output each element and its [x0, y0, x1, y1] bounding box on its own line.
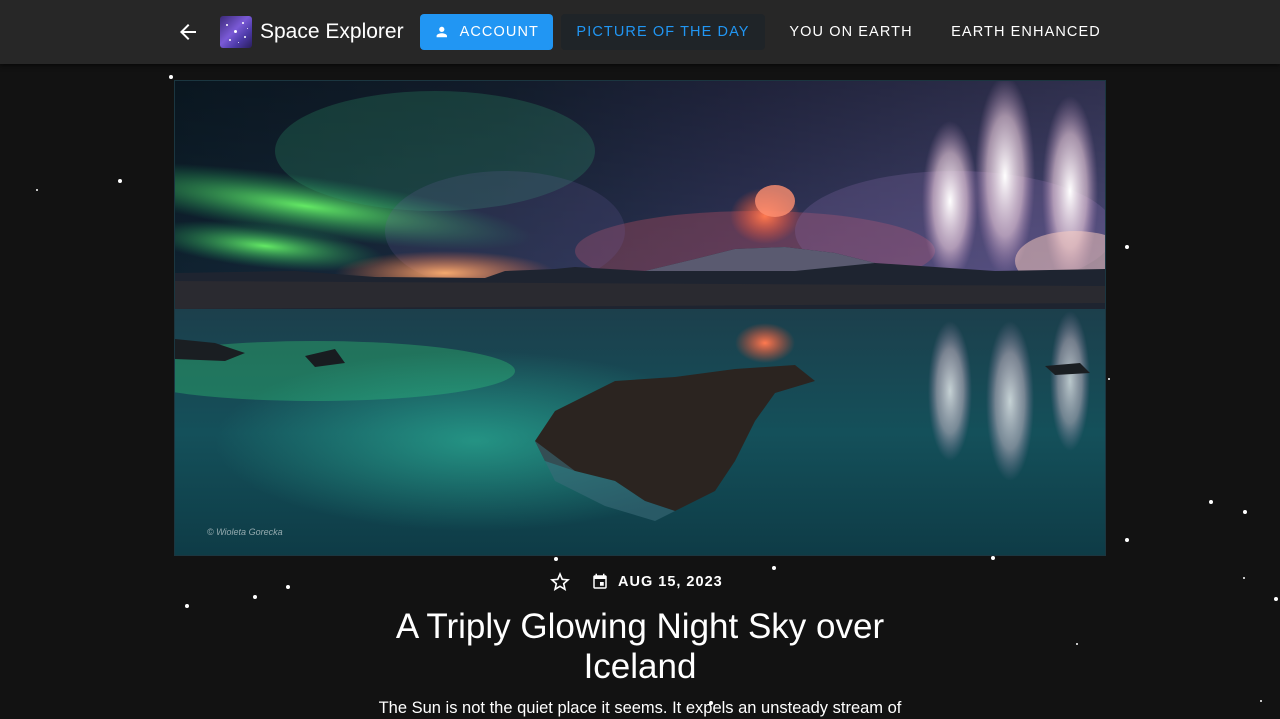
galaxy-logo — [220, 16, 252, 48]
image-credit: © Wioleta Gorecka — [207, 527, 283, 537]
nav-picture-of-the-day-label: PICTURE OF THE DAY — [576, 24, 750, 40]
nav-account-button[interactable]: ACCOUNT — [420, 14, 553, 50]
nav-picture-of-the-day-button[interactable]: PICTURE OF THE DAY — [561, 14, 765, 50]
back-button[interactable] — [172, 16, 204, 48]
favorite-button[interactable] — [548, 570, 572, 594]
nav-earth-enhanced-button[interactable]: EARTH ENHANCED — [937, 14, 1115, 50]
nav-account-label: ACCOUNT — [459, 24, 539, 40]
nav-you-on-earth-button[interactable]: YOU ON EARTH — [775, 14, 927, 50]
apod-meta: AUG 15, 2023 — [0, 570, 1280, 594]
apod-image: © Wioleta Gorecka — [174, 80, 1106, 556]
apod-date: AUG 15, 2023 — [618, 574, 723, 590]
arrow-back-icon — [180, 24, 196, 40]
person-icon — [436, 26, 447, 38]
app-title: Space Explorer — [260, 20, 404, 43]
apod-title: A Triply Glowing Night Sky over Iceland — [395, 607, 885, 686]
nav-earth-enhanced-label: EARTH ENHANCED — [951, 24, 1101, 40]
calendar-icon — [593, 573, 607, 589]
nav-you-on-earth-label: YOU ON EARTH — [789, 24, 913, 40]
app-bar: Space Explorer ACCOUNT PICTURE OF THE DA… — [0, 0, 1280, 64]
apod-description: The Sun is not the quiet place it seems.… — [378, 699, 902, 717]
star-outline-icon — [550, 572, 570, 591]
